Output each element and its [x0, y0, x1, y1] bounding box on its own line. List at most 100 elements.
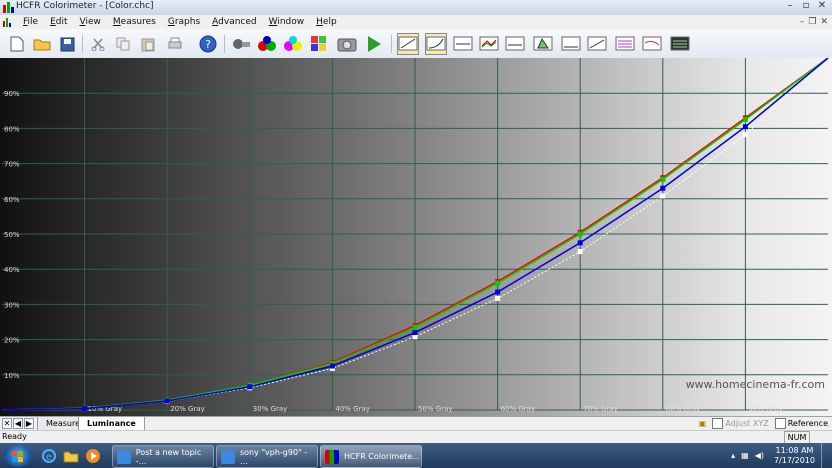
- gamma-graph-icon[interactable]: [452, 33, 474, 55]
- windows-logo-icon: [12, 451, 24, 462]
- menu-measures[interactable]: Measures: [107, 17, 162, 27]
- color-temp-graph-icon[interactable]: [504, 33, 526, 55]
- toolbar: ?: [0, 29, 832, 59]
- taskbar-item-forum[interactable]: Post a new topic -...: [112, 445, 214, 468]
- copy-icon[interactable]: [112, 33, 134, 55]
- rgb-measure-icon[interactable]: [256, 33, 278, 55]
- menu-advanced[interactable]: Advanced: [206, 17, 262, 27]
- x-tick-label: 30% Gray: [253, 405, 288, 413]
- svg-text:?: ?: [205, 38, 211, 51]
- series-point: [742, 132, 748, 138]
- measures-graph-icon[interactable]: [669, 33, 691, 55]
- mdi-close-button[interactable]: ✕: [820, 17, 828, 27]
- gray-scale-graph-icon[interactable]: [397, 33, 419, 55]
- tray-arrow-icon[interactable]: ▴: [731, 451, 735, 460]
- window-title: HCFR Colorimeter - [Color.chc]: [16, 1, 154, 11]
- help-icon[interactable]: ?: [197, 33, 219, 55]
- cie-chart-icon[interactable]: [532, 33, 554, 55]
- sat-shift-graph-icon[interactable]: [641, 33, 663, 55]
- sensor-icon[interactable]: [230, 33, 252, 55]
- mdi-minimize-button[interactable]: –: [800, 17, 805, 27]
- sheet-tabs-bar: ✕ ◀ ▶ Measures Luminance ▣ Adjust XYZ Re…: [0, 416, 832, 431]
- mdi-restore-button[interactable]: ❐: [808, 17, 816, 27]
- taskbar-item-hcfr[interactable]: HCFR Colorimete...: [320, 445, 422, 468]
- y-tick-label: 30%: [4, 301, 20, 309]
- series-point: [577, 240, 583, 246]
- series-point: [577, 249, 583, 255]
- cut-icon[interactable]: [87, 33, 109, 55]
- y-tick-label: 20%: [4, 337, 20, 345]
- series-point: [329, 363, 335, 369]
- minimize-button[interactable]: –: [782, 0, 798, 13]
- start-button[interactable]: [4, 445, 32, 467]
- camera-icon[interactable]: [336, 33, 358, 55]
- title-bar: HCFR Colorimeter - [Color.chc] – ▫ ✕: [0, 0, 832, 16]
- maximize-button[interactable]: ▫: [798, 0, 814, 13]
- saturation-graph-icon[interactable]: [586, 33, 608, 55]
- series-point: [742, 124, 748, 130]
- series-point: [660, 176, 666, 182]
- adjust-xyz-checkbox[interactable]: Adjust XYZ: [712, 418, 769, 429]
- paste-icon[interactable]: [137, 33, 159, 55]
- series-point: [412, 324, 418, 330]
- sat-lum-graph-icon[interactable]: [614, 33, 636, 55]
- volume-icon[interactable]: ◀): [755, 451, 764, 460]
- menu-window[interactable]: Window: [263, 17, 311, 27]
- series-point: [412, 330, 418, 336]
- taskbar-item-search[interactable]: sony "vph-g90" - ...: [216, 445, 318, 468]
- x-tick-label: 80% Gray: [666, 405, 701, 413]
- series-point: [660, 193, 666, 199]
- menu-file[interactable]: File: [17, 17, 44, 27]
- status-bar: Ready NUM: [0, 430, 832, 444]
- network-icon[interactable]: ▦: [741, 451, 749, 460]
- new-file-icon[interactable]: [6, 33, 28, 55]
- secondary-colors-icon[interactable]: [282, 33, 304, 55]
- menu-graphs[interactable]: Graphs: [162, 17, 206, 27]
- y-tick-label: 80%: [4, 125, 20, 133]
- series-point: [247, 384, 253, 390]
- save-icon[interactable]: [56, 33, 78, 55]
- series-point: [495, 295, 501, 301]
- watermark: www.homecinema-fr.com: [686, 378, 825, 391]
- series-point: [495, 280, 501, 286]
- play-icon[interactable]: [363, 33, 385, 55]
- y-tick-label: 70%: [4, 161, 20, 169]
- close-button[interactable]: ✕: [814, 0, 830, 13]
- print-icon[interactable]: [164, 33, 186, 55]
- tab-luminance[interactable]: Luminance: [78, 417, 145, 431]
- ie-quicklaunch-icon[interactable]: e: [40, 447, 58, 465]
- document-icon[interactable]: [3, 17, 13, 27]
- delta-e-graph-icon[interactable]: [560, 33, 582, 55]
- svg-text:e: e: [46, 452, 52, 463]
- open-folder-icon[interactable]: [31, 33, 53, 55]
- x-tick-label: 90% Gray: [748, 405, 783, 413]
- gift-icon[interactable]: ▣: [699, 419, 707, 428]
- series-point: [82, 406, 88, 412]
- taskbar: e Post a new topic -... sony "vph-g90" -…: [0, 443, 832, 468]
- rgb-levels-graph-icon[interactable]: [478, 33, 500, 55]
- menu-bar: File Edit View Measures Graphs Advanced Window…: [0, 15, 832, 29]
- show-desktop-button[interactable]: [821, 443, 832, 468]
- y-tick-label: 40%: [4, 266, 20, 274]
- x-tick-label: 40% Gray: [335, 405, 370, 413]
- clock[interactable]: 11:08 AM 7/17/2010: [774, 446, 815, 466]
- tab-scroll-left-button[interactable]: ◀: [13, 418, 23, 429]
- series-point: [742, 117, 748, 123]
- tab-close-button[interactable]: ✕: [2, 418, 12, 429]
- series-point: [164, 398, 170, 404]
- media-player-quicklaunch-icon[interactable]: [84, 447, 102, 465]
- luminance-graph-icon[interactable]: [425, 33, 447, 55]
- menu-edit[interactable]: Edit: [44, 17, 73, 27]
- luminance-graph: 10% Gray 20% Gray 30% Gray 40% Gray 50% Gray…: [0, 58, 832, 416]
- y-tick-label: 10%: [4, 372, 20, 380]
- status-text: Ready: [2, 432, 27, 441]
- color-patches-icon[interactable]: [308, 33, 330, 55]
- x-tick-label: 60% Gray: [501, 405, 536, 413]
- menu-help[interactable]: Help: [310, 17, 343, 27]
- x-tick-label: 20% Gray: [170, 405, 205, 413]
- menu-view[interactable]: View: [74, 17, 107, 27]
- explorer-quicklaunch-icon[interactable]: [62, 447, 80, 465]
- tab-scroll-right-button[interactable]: ▶: [24, 418, 34, 429]
- ie-icon: [117, 449, 131, 464]
- reference-checkbox[interactable]: Reference: [774, 418, 828, 429]
